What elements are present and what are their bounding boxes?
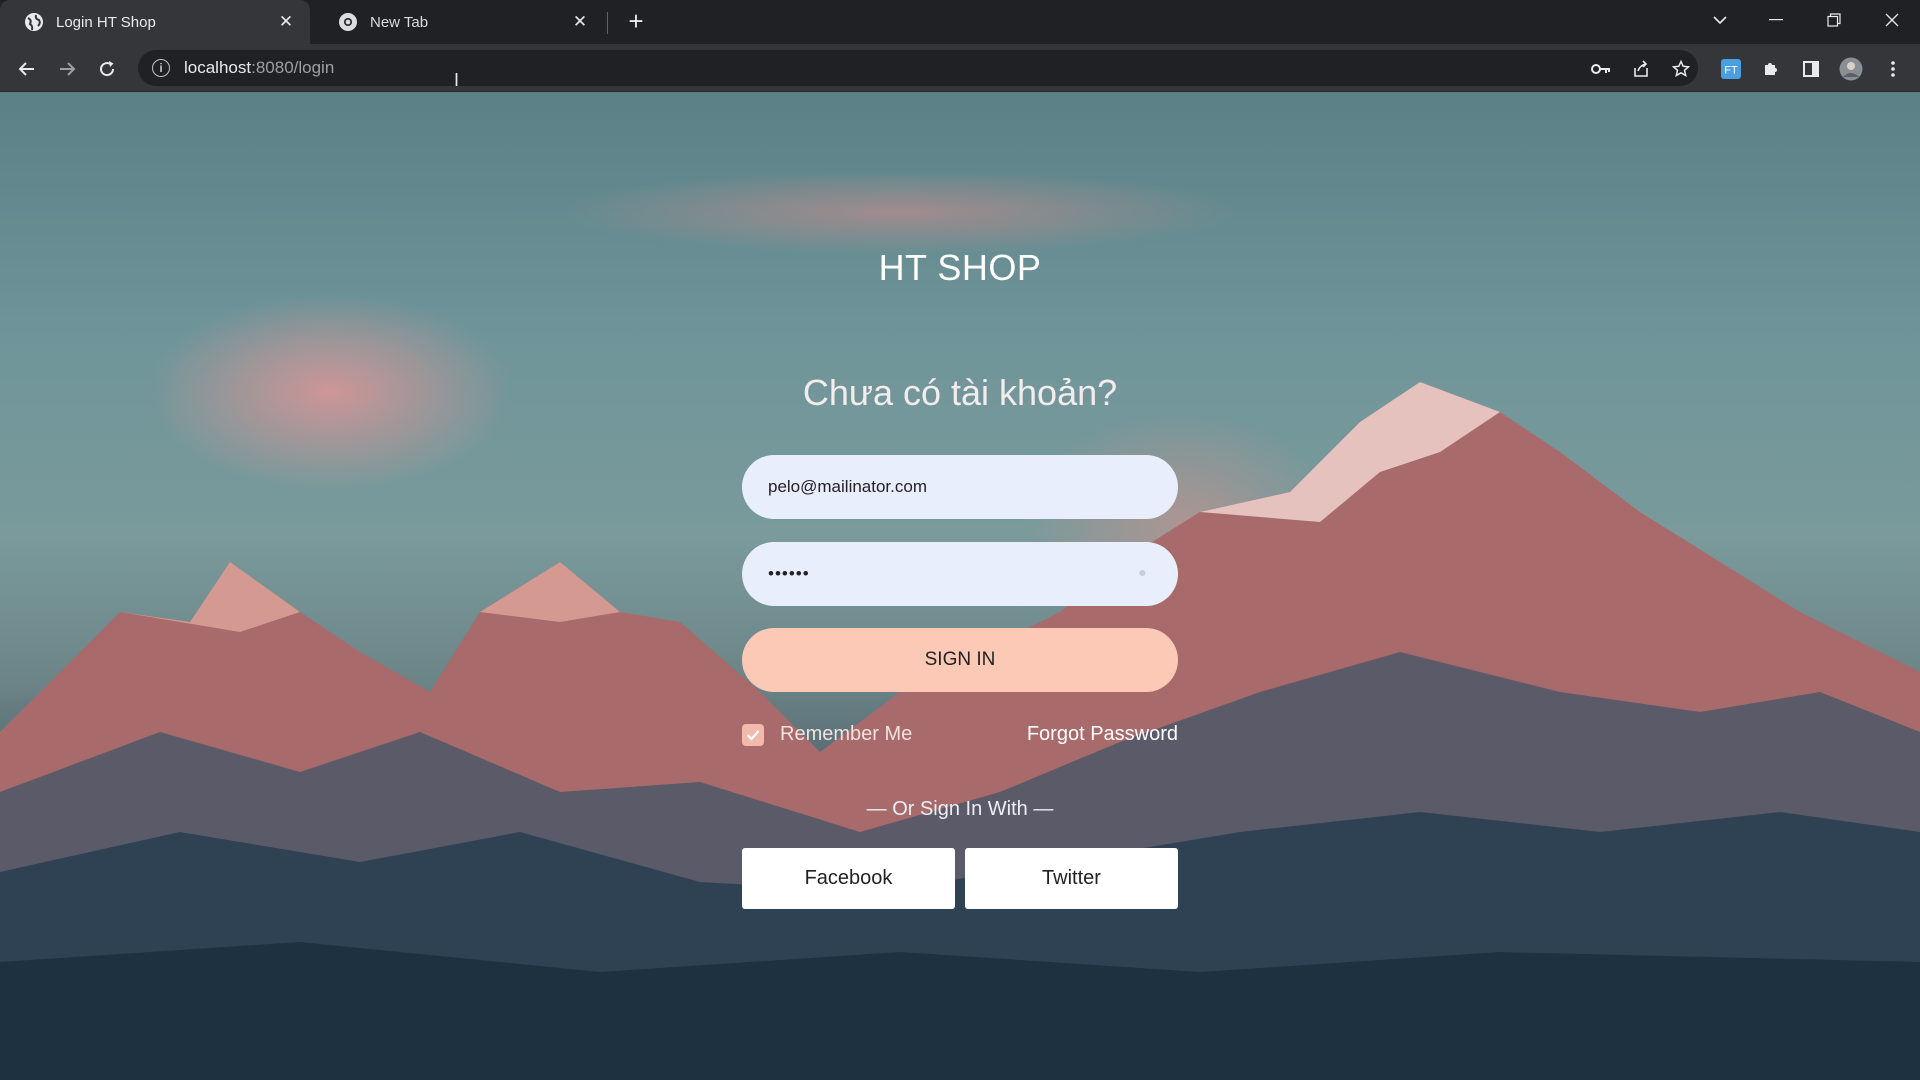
address-bar[interactable]: i localhost:8080/login — [138, 50, 1698, 86]
chrome-icon — [338, 12, 358, 32]
facebook-button[interactable]: Facebook — [742, 848, 955, 909]
tab-login[interactable]: Login HT Shop ✕ — [0, 0, 310, 44]
tab-title: New Tab — [370, 13, 429, 31]
checkmark-icon — [746, 729, 760, 741]
email-field[interactable]: pelo@mailinator.com — [742, 455, 1178, 519]
password-value: •••••• — [768, 564, 810, 583]
show-password-icon[interactable]: ● — [1134, 564, 1152, 582]
side-panel-icon[interactable] — [1798, 56, 1824, 82]
key-icon[interactable] — [1588, 56, 1614, 82]
bookmark-star-icon[interactable] — [1668, 56, 1694, 82]
remember-me-label: Remember Me — [780, 723, 913, 745]
close-tab-icon[interactable]: ✕ — [570, 12, 590, 32]
translate-extension-icon[interactable]: FT — [1718, 56, 1744, 82]
forgot-password-link[interactable]: Forgot Password — [1000, 723, 1178, 746]
email-value: pelo@mailinator.com — [768, 477, 927, 496]
browser-toolbar: i localhost:8080/login FT — [0, 44, 1920, 92]
tab-title: Login HT Shop — [56, 13, 156, 31]
text-cursor-icon: I — [454, 70, 460, 90]
extensions-puzzle-icon[interactable] — [1758, 56, 1784, 82]
tab-new-tab[interactable]: New Tab ✕ — [314, 0, 604, 44]
reload-icon[interactable] — [92, 54, 122, 84]
tab-strip: Login HT Shop ✕ New Tab ✕ + — [0, 0, 1920, 44]
tab-divider — [607, 12, 608, 34]
site-info-icon[interactable]: i — [152, 59, 170, 77]
minimize-icon[interactable] — [1750, 0, 1802, 40]
remember-me-option[interactable]: Remember Me — [742, 723, 912, 746]
restore-icon[interactable] — [1808, 0, 1860, 40]
profile-avatar[interactable] — [1838, 56, 1864, 82]
close-tab-icon[interactable]: ✕ — [276, 12, 296, 32]
forward-icon[interactable] — [52, 54, 82, 84]
password-field[interactable]: •••••• ● — [742, 542, 1178, 606]
share-icon[interactable] — [1628, 56, 1654, 82]
twitter-button[interactable]: Twitter — [965, 848, 1178, 909]
tab-search-icon[interactable] — [1694, 0, 1746, 40]
or-sign-in-with-text: — Or Sign In With — — [866, 798, 1054, 820]
remember-me-checkbox[interactable] — [742, 723, 764, 746]
page-viewport: HT SHOP Chưa có tài khoản? pelo@mailinat… — [0, 92, 1920, 1080]
url-text: localhost:8080/login — [184, 58, 334, 78]
back-icon[interactable] — [12, 54, 42, 84]
menu-kebab-icon[interactable] — [1880, 56, 1906, 82]
no-account-heading: Chưa có tài khoản? — [802, 372, 1118, 413]
brand-title: HT SHOP — [878, 247, 1042, 288]
url-path: :8080/login — [251, 58, 335, 77]
url-host: localhost — [184, 58, 252, 77]
new-tab-button[interactable]: + — [622, 8, 650, 36]
globe-icon — [24, 12, 44, 32]
close-window-icon[interactable] — [1866, 0, 1918, 40]
sign-in-button[interactable]: SIGN IN — [742, 628, 1178, 692]
svg-text:FT: FT — [1724, 65, 1738, 77]
